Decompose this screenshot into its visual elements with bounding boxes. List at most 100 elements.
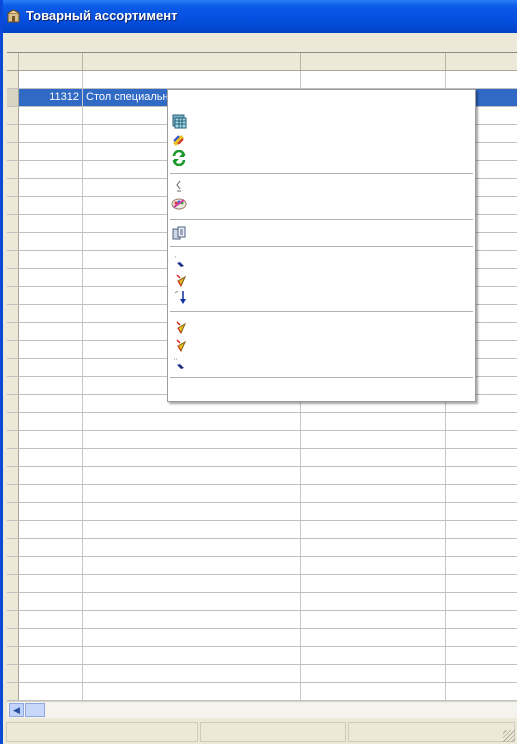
cell-name[interactable] [83,521,301,538]
cell-code[interactable] [19,179,83,196]
cell-unit[interactable] [446,71,517,88]
table-row[interactable] [7,467,517,485]
row-header[interactable] [7,125,19,142]
table-row[interactable] [7,503,517,521]
cell-code[interactable] [19,233,83,250]
cell-unit[interactable] [446,431,517,448]
title-bar[interactable]: Товарный ассортимент [3,0,517,33]
row-header[interactable] [7,431,19,448]
cell-group[interactable] [301,413,446,430]
cell-group[interactable] [301,71,446,88]
row-header[interactable] [7,287,19,304]
context-menu-item-9[interactable] [169,318,474,336]
cell-group[interactable] [301,485,446,502]
cell-code[interactable] [19,683,83,700]
cell-name[interactable] [83,485,301,502]
context-menu-item-4[interactable] [169,194,474,212]
row-header[interactable] [7,341,19,358]
row-header[interactable] [7,449,19,466]
cell-name[interactable] [83,575,301,592]
cell-code[interactable] [19,287,83,304]
cell-unit[interactable] [446,539,517,556]
table-row[interactable] [7,593,517,611]
cell-name[interactable] [83,413,301,430]
context-menu-item-1[interactable] [169,130,474,148]
context-menu-item-3[interactable] [169,177,474,195]
cell-unit[interactable] [446,413,517,430]
cell-code[interactable] [19,629,83,646]
row-header[interactable] [7,503,19,520]
row-header[interactable] [7,647,19,664]
row-header[interactable] [7,629,19,646]
context-menu-item-0[interactable] [169,112,474,130]
cell-code[interactable] [19,341,83,358]
row-header[interactable] [7,683,19,700]
cell-name[interactable] [83,557,301,574]
table-row[interactable] [7,431,517,449]
table-row[interactable] [7,611,517,629]
cell-code[interactable] [19,665,83,682]
row-header[interactable] [7,611,19,628]
row-header[interactable] [7,467,19,484]
cell-group[interactable] [301,593,446,610]
resize-grip[interactable] [503,730,515,742]
cell-code[interactable] [19,323,83,340]
row-header[interactable] [7,413,19,430]
cell-unit[interactable] [446,449,517,466]
cell-group[interactable] [301,467,446,484]
cell-code[interactable] [19,215,83,232]
cell-group[interactable] [301,629,446,646]
cell-unit[interactable] [446,665,517,682]
cell-code[interactable] [19,521,83,538]
row-header[interactable] [7,539,19,556]
column-header-unit[interactable] [446,53,517,70]
context-menu-item-7[interactable] [169,271,474,289]
scroll-thumb[interactable] [25,703,45,717]
cell-code[interactable] [19,305,83,322]
context-menu-item-10[interactable] [169,336,474,354]
row-header[interactable] [7,233,19,250]
column-header-group[interactable] [301,53,446,70]
cell-code[interactable] [19,575,83,592]
row-header[interactable] [7,89,19,106]
table-row[interactable] [7,413,517,431]
cell-name[interactable] [83,665,301,682]
row-header[interactable] [7,377,19,394]
row-header[interactable] [7,395,19,412]
cell-code[interactable] [19,107,83,124]
cell-code[interactable] [19,161,83,178]
cell-name[interactable] [83,683,301,700]
cell-name[interactable] [83,503,301,520]
cell-unit[interactable] [446,611,517,628]
table-row[interactable] [7,575,517,593]
cell-group[interactable] [301,431,446,448]
table-row[interactable] [7,629,517,647]
cell-name[interactable] [83,611,301,628]
context-menu-item-8[interactable] [169,288,474,306]
cell-code[interactable] [19,251,83,268]
cell-code[interactable] [19,611,83,628]
row-header[interactable] [7,269,19,286]
cell-unit[interactable] [446,521,517,538]
row-header[interactable] [7,305,19,322]
row-header[interactable] [7,575,19,592]
table-row[interactable] [7,71,517,89]
cell-unit[interactable] [446,683,517,700]
cell-code[interactable] [19,539,83,556]
cell-group[interactable] [301,575,446,592]
cell-unit[interactable] [446,467,517,484]
row-header[interactable] [7,665,19,682]
row-header[interactable] [7,71,19,88]
table-row[interactable] [7,683,517,701]
row-header[interactable] [7,359,19,376]
context-menu-item-11[interactable] [169,355,474,373]
cell-name[interactable] [83,647,301,664]
cell-name[interactable] [83,593,301,610]
cell-name[interactable] [83,449,301,466]
row-header[interactable] [7,593,19,610]
row-header[interactable] [7,197,19,214]
cell-group[interactable] [301,665,446,682]
cell-unit[interactable] [446,647,517,664]
cell-code[interactable]: 11312 [19,89,83,106]
cell-group[interactable] [301,539,446,556]
